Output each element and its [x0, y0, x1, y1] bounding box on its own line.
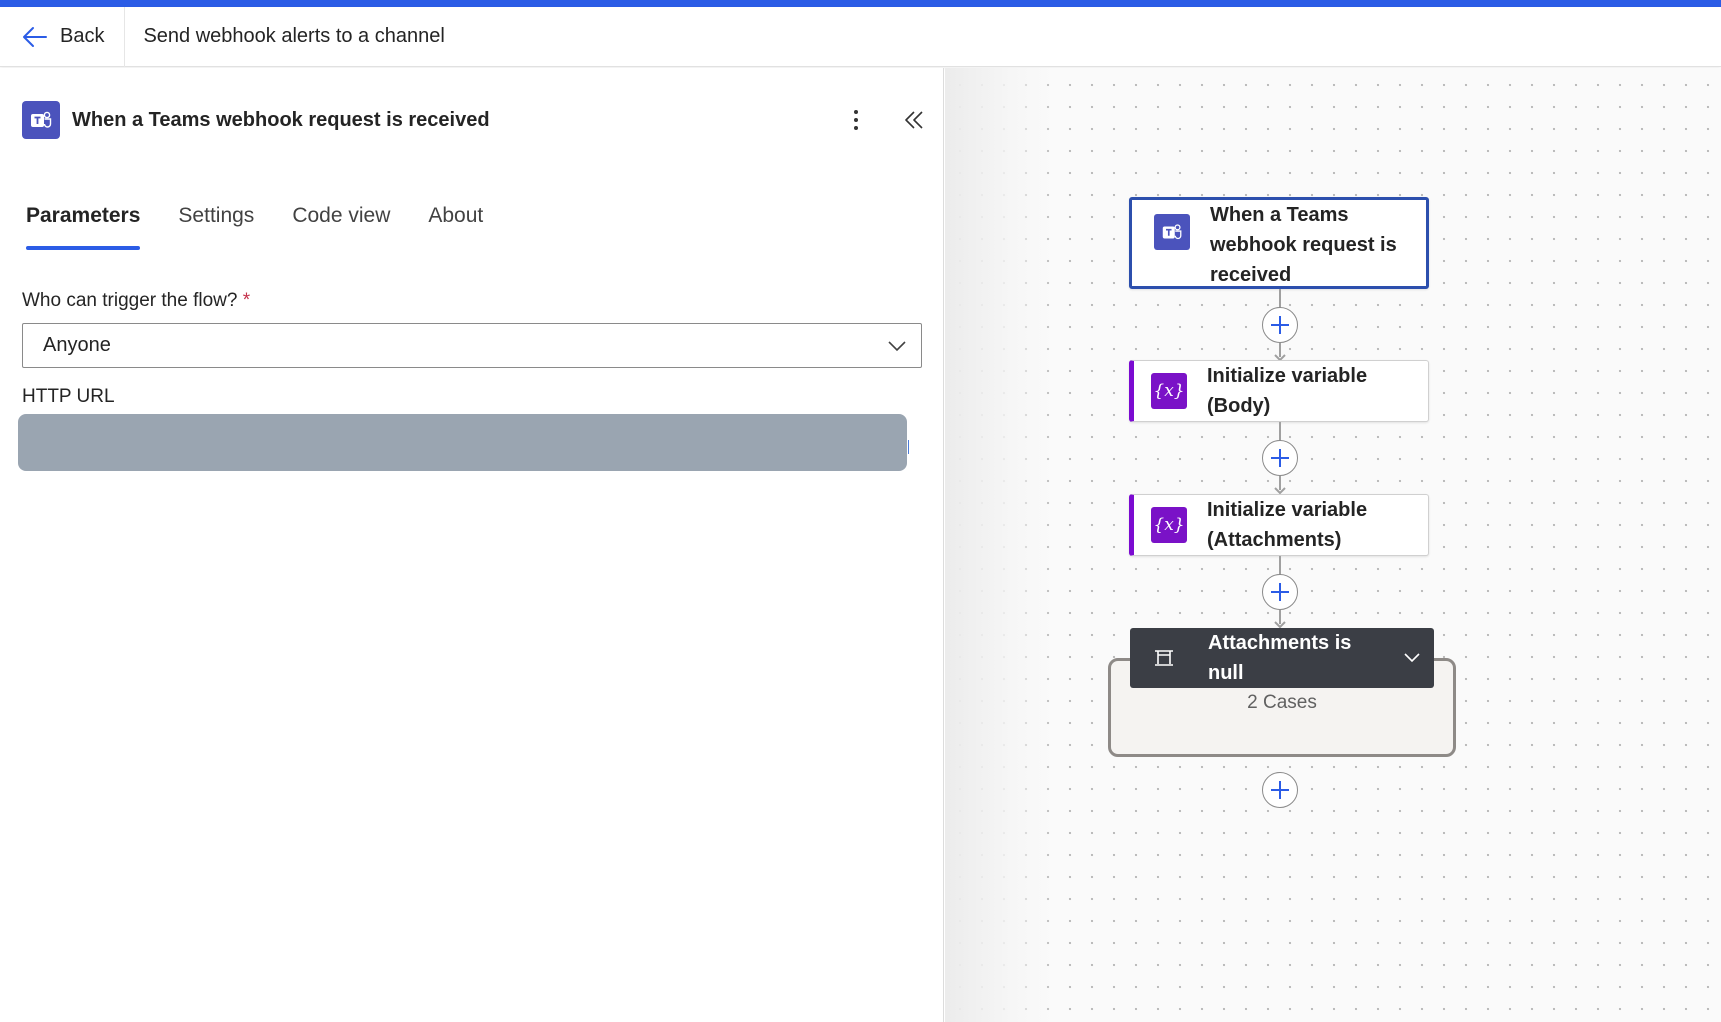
switch-cases-count: 2 Cases [1247, 692, 1317, 713]
back-label: Back [60, 25, 105, 47]
switch-label: Attachments is null [1208, 632, 1352, 684]
plus-icon [1271, 449, 1289, 467]
init-variable-attachments-node[interactable]: {x} Initialize variable (Attachments) [1129, 494, 1429, 556]
collapse-panel-icon[interactable] [902, 106, 928, 134]
tab-parameters[interactable]: Parameters [26, 204, 141, 252]
init-variable-body-label: Initialize variable (Body) [1207, 365, 1368, 417]
teams-icon [1154, 214, 1190, 250]
arrow-left-icon [23, 26, 47, 47]
trigger-node[interactable]: When a Teams webhook request is received [1129, 197, 1429, 289]
back-button[interactable]: Back [0, 6, 126, 67]
http-url-field-redacted[interactable] [18, 414, 907, 471]
connector [1279, 289, 1281, 309]
flow-title: Send webhook alerts to a channel [143, 25, 445, 47]
add-step-button[interactable] [1262, 772, 1298, 808]
trigger-field-label: Who can trigger the flow? * [22, 290, 250, 312]
url-copy-edge [906, 440, 909, 454]
chevron-down-icon [888, 341, 906, 352]
app-header: Back Send webhook alerts to a channel [0, 6, 1721, 67]
variable-icon: {x} [1151, 373, 1187, 409]
trigger-node-label: When a Teams webhook request is received [1210, 204, 1397, 286]
panel-title: When a Teams webhook request is received [72, 108, 490, 131]
trigger-dropdown[interactable]: Anyone [22, 323, 922, 368]
plus-icon [1271, 316, 1289, 334]
add-step-button[interactable] [1262, 574, 1298, 610]
flow-canvas[interactable]: When a Teams webhook request is received… [945, 68, 1721, 1022]
chevron-down-icon[interactable] [1404, 650, 1420, 664]
tab-settings[interactable]: Settings [178, 204, 254, 252]
init-variable-body-node[interactable]: {x} Initialize variable (Body) [1129, 360, 1429, 422]
variable-icon: {x} [1151, 507, 1187, 543]
add-step-button[interactable] [1262, 307, 1298, 343]
top-accent-bar [0, 0, 1721, 7]
required-mark: * [242, 290, 251, 311]
tab-about[interactable]: About [428, 204, 483, 252]
init-variable-attachments-label: Initialize variable (Attachments) [1207, 499, 1368, 551]
canvas-edge-shadow [945, 68, 1055, 1022]
trigger-dropdown-value: Anyone [43, 334, 111, 356]
teams-icon [22, 101, 60, 139]
connector [1279, 556, 1281, 576]
more-options-icon[interactable] [844, 106, 868, 134]
tab-code-view[interactable]: Code view [292, 204, 390, 252]
plus-icon [1271, 781, 1289, 799]
switch-node-header[interactable]: Attachments is null [1130, 628, 1434, 688]
plus-icon [1271, 583, 1289, 601]
details-panel: When a Teams webhook request is received… [0, 68, 944, 1022]
trigger-label-text: Who can trigger the flow? [22, 290, 238, 311]
panel-tabs: Parameters Settings Code view About [26, 204, 521, 252]
add-step-button[interactable] [1262, 440, 1298, 476]
connector [1279, 422, 1281, 442]
http-url-label: HTTP URL [22, 386, 115, 407]
switch-icon [1155, 650, 1173, 666]
panel-header: When a Teams webhook request is received [22, 100, 923, 140]
